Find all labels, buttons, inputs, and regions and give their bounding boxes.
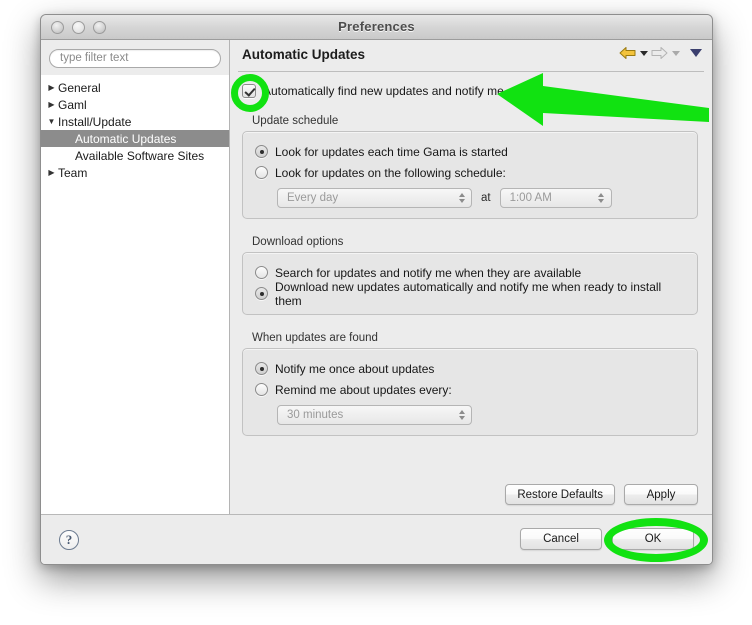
header-divider [238,71,704,72]
radio-row-remind-every[interactable]: Remind me about updates every: [255,379,685,400]
tree-item-label: General [58,80,101,95]
remind-interval-select[interactable]: 30 minutes [277,405,472,425]
tree-item-label: Install/Update [58,114,132,129]
cancel-button[interactable]: Cancel [520,528,602,550]
tree-item-label: Available Software Sites [75,148,205,163]
radio-download-auto[interactable] [255,287,268,300]
radio-label: Look for updates on the following schedu… [275,165,506,180]
group-update-schedule: Look for updates each time Gama is start… [242,131,698,219]
radio-label: Look for updates each time Gama is start… [275,144,508,159]
auto-update-checkbox-row[interactable]: Automatically find new updates and notif… [242,81,698,101]
tree-item-label: Automatic Updates [75,131,177,146]
radio-label: Search for updates and notify me when th… [275,265,582,280]
restore-defaults-button[interactable]: Restore Defaults [505,484,615,505]
twisty-icon[interactable]: ▶ [45,100,58,109]
dialog-footer: ? Cancel OK [41,514,712,564]
group-download-options: Search for updates and notify me when th… [242,252,698,315]
radio-notify-once[interactable] [255,362,268,375]
remind-interval-value: 30 minutes [287,409,344,421]
group-label-download-options: Download options [252,236,344,248]
radio-row-on-schedule[interactable]: Look for updates on the following schedu… [255,162,685,183]
back-arrow-icon[interactable] [619,46,636,60]
radio-search-notify[interactable] [255,266,268,279]
window-body: ▶ General ▶ Gaml ▼ Install/Update ▶ Auto… [41,40,712,514]
apply-button[interactable]: Apply [624,484,698,505]
radio-label: Remind me about updates every: [275,382,452,397]
twisty-icon[interactable]: ▶ [45,83,58,92]
radio-row-notify-once[interactable]: Notify me once about updates [255,358,685,379]
radio-each-start[interactable] [255,145,268,158]
page-title: Automatic Updates [242,47,366,62]
radio-label: Download new updates automatically and n… [275,279,662,308]
twisty-icon[interactable]: ▼ [45,117,58,126]
radio-row-each-start[interactable]: Look for updates each time Gama is start… [255,141,685,162]
twisty-icon: ▶ [62,151,75,160]
auto-update-checkbox-label: Automatically find new updates and notif… [263,84,504,98]
tree-item-available-software-sites[interactable]: ▶ Available Software Sites [41,147,229,164]
pane-action-buttons: Restore Defaults Apply [505,484,698,505]
pane-nav-icons [619,46,702,60]
screenshot-root: Preferences ▶ General ▶ Gaml ▼ [0,0,752,625]
radio-row-download-auto[interactable]: Download new updates automatically and n… [255,280,685,308]
preferences-window: Preferences ▶ General ▶ Gaml ▼ [40,14,713,565]
schedule-controls-row: Every day at 1:00 AM [255,188,685,208]
tree-item-gaml[interactable]: ▶ Gaml [41,96,229,113]
radio-remind-every[interactable] [255,383,268,396]
pane-content: Automatically find new updates and notif… [230,73,712,514]
radio-on-schedule[interactable] [255,166,268,179]
preferences-sidebar: ▶ General ▶ Gaml ▼ Install/Update ▶ Auto… [41,40,229,514]
stepper-icon[interactable] [456,193,467,203]
preferences-tree: ▶ General ▶ Gaml ▼ Install/Update ▶ Auto… [41,75,229,514]
forward-arrow-icon [651,46,668,60]
tree-item-team[interactable]: ▶ Team [41,164,229,181]
filter-input[interactable] [49,48,221,68]
tree-item-install-update[interactable]: ▼ Install/Update [41,113,229,130]
radio-label: Notify me once about updates [275,361,435,376]
tree-item-label: Gaml [58,97,87,112]
dialog-buttons: Cancel OK [520,528,694,550]
schedule-frequency-value: Every day [287,192,339,204]
auto-update-checkbox[interactable] [242,84,256,98]
stepper-icon[interactable] [456,410,467,420]
schedule-time-select[interactable]: 1:00 AM [499,188,612,208]
schedule-frequency-select[interactable]: Every day [277,188,472,208]
twisty-icon: ▶ [62,134,75,143]
stepper-icon[interactable] [596,193,607,203]
remind-controls-row: 30 minutes [255,405,685,425]
help-icon[interactable]: ? [59,530,79,550]
twisty-icon[interactable]: ▶ [45,168,58,177]
window-title: Preferences [338,19,415,34]
pane-header: Automatic Updates [230,40,712,72]
window-titlebar: Preferences [41,15,712,40]
back-history-dropdown-icon[interactable] [640,50,648,56]
tree-item-general[interactable]: ▶ General [41,79,229,96]
schedule-time-value: 1:00 AM [509,192,552,204]
at-label: at [481,192,491,204]
group-when-updates-found: Notify me once about updates Remind me a… [242,348,698,436]
tree-item-automatic-updates[interactable]: ▶ Automatic Updates [41,130,229,147]
forward-history-dropdown-icon [672,50,680,56]
tree-item-label: Team [58,165,88,180]
view-menu-icon[interactable] [690,49,702,57]
group-label-when-found: When updates are found [252,332,378,344]
group-label-update-schedule: Update schedule [252,115,339,127]
ok-button[interactable]: OK [612,528,694,550]
preferences-pane: Automatic Updates Automatically find new… [229,40,712,514]
